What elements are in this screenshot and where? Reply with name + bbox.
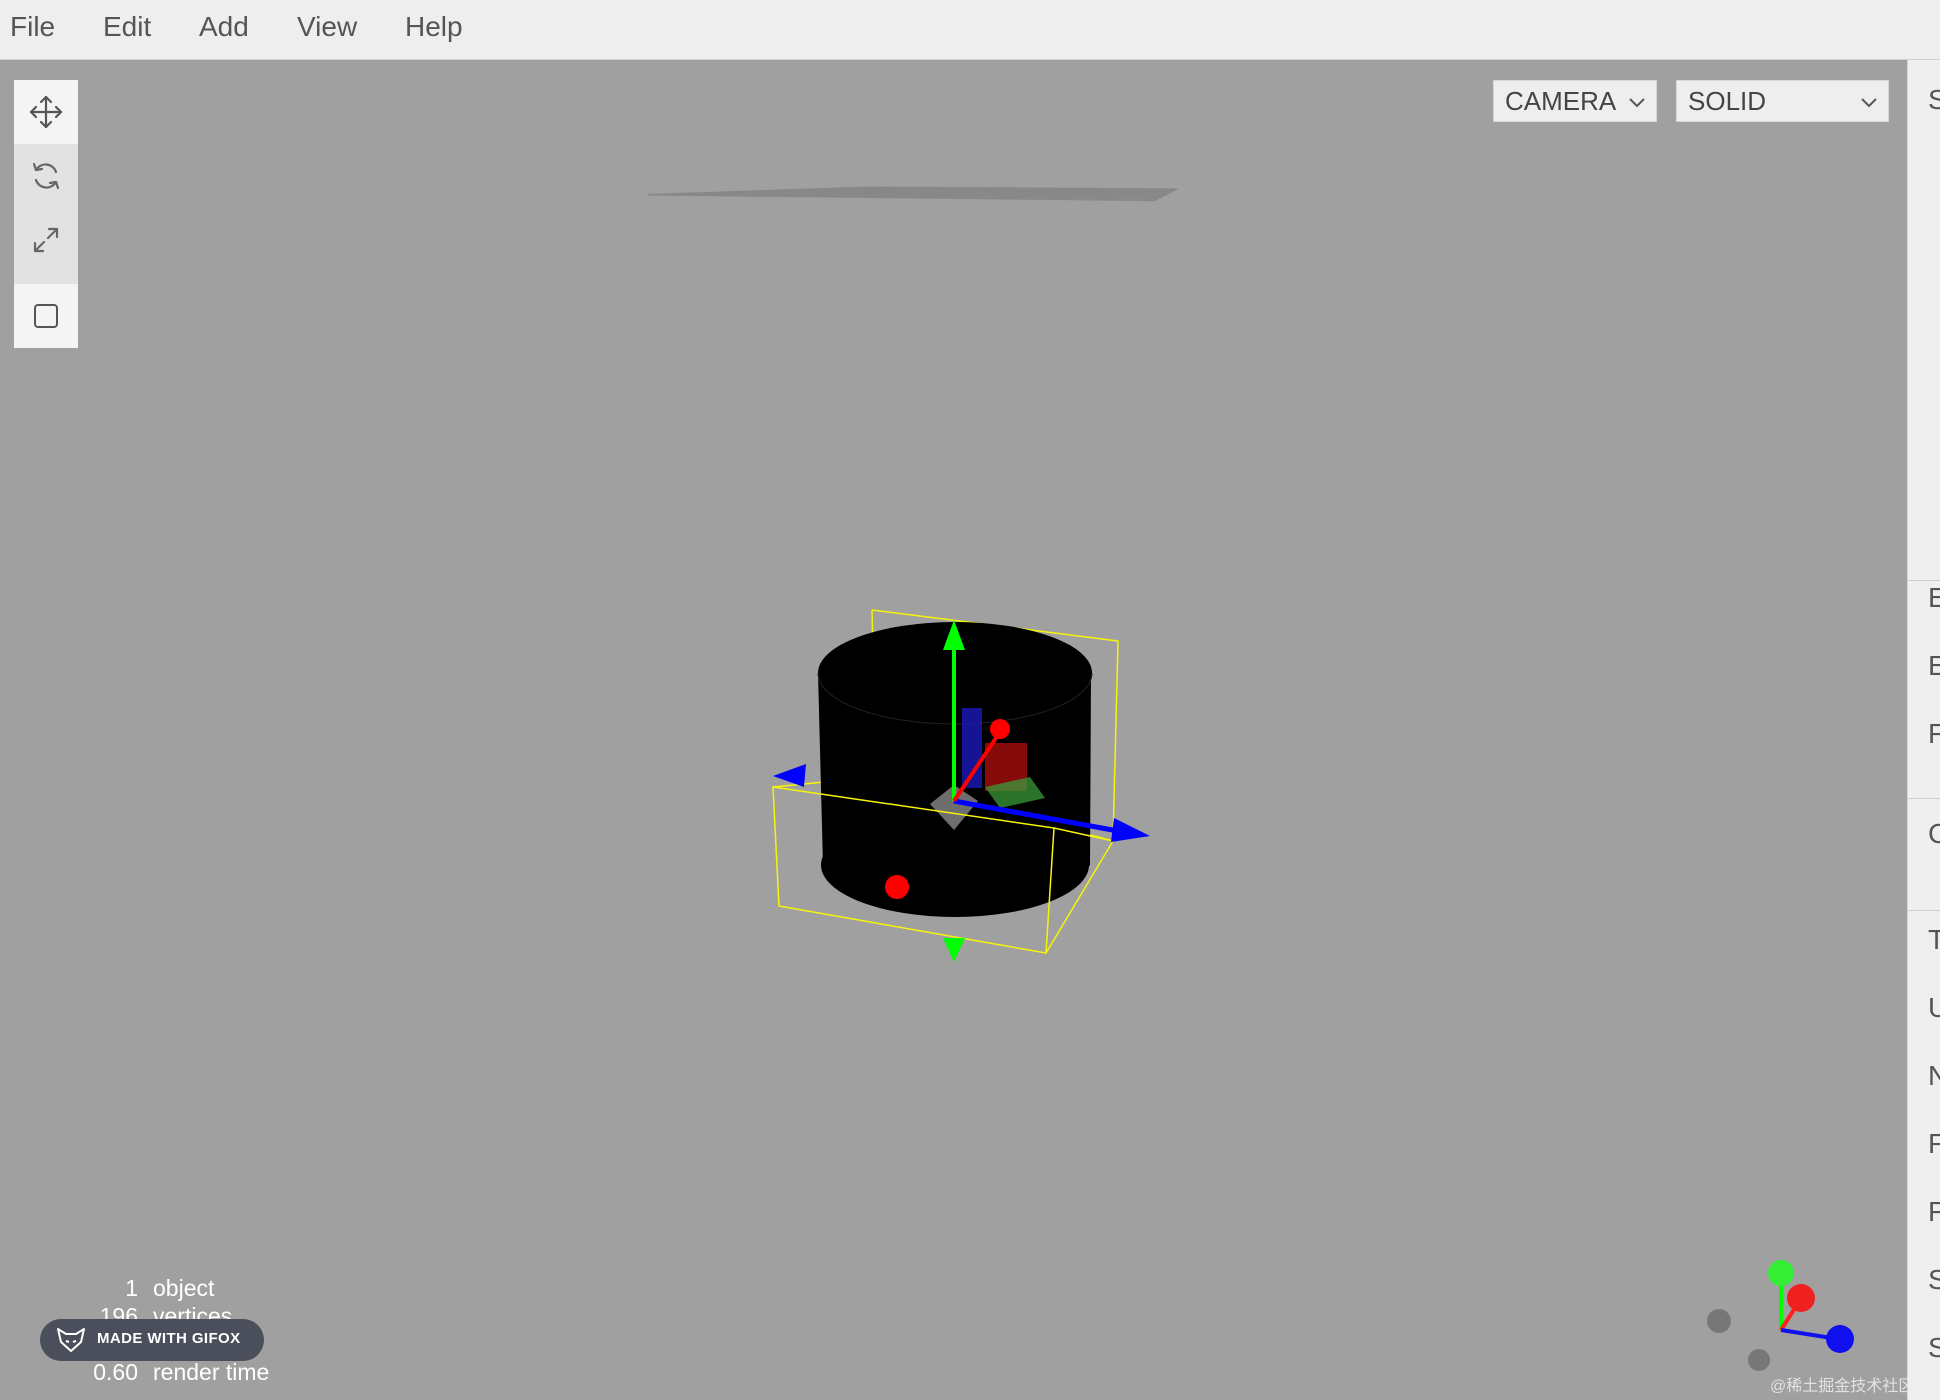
grid-major — [648, 186, 1178, 202]
panel-label-8: N — [1928, 1060, 1940, 1092]
fox-logo-icon — [57, 1328, 85, 1352]
box-select-icon — [34, 304, 58, 328]
chevron-down-icon — [1861, 98, 1877, 108]
gizmo-x-handle-neg — [885, 875, 909, 899]
scene-canvas[interactable] — [0, 60, 1907, 1400]
tool-palette — [14, 80, 78, 348]
shading-select-value: SOLID — [1688, 85, 1767, 116]
viewport-3d[interactable] — [0, 60, 1907, 1400]
panel-label-9: F — [1928, 1128, 1940, 1160]
rotate-icon — [32, 162, 60, 190]
panel-label-1: S — [1928, 84, 1940, 116]
gizmo-z-arrow-neg — [773, 764, 806, 787]
panel-divider — [1908, 798, 1940, 799]
menu-edit[interactable]: Edit — [103, 11, 151, 43]
box-select-tool-button[interactable] — [14, 284, 78, 348]
menu-add[interactable]: Add — [199, 11, 249, 43]
panel-label-6: T — [1928, 924, 1940, 956]
panel-label-2: E — [1928, 582, 1940, 614]
gizmo-z-arrow — [1111, 818, 1150, 842]
scale-icon — [33, 227, 59, 253]
panel-label-10: F — [1928, 1196, 1940, 1228]
chevron-down-icon — [1629, 98, 1645, 108]
panel-label-5: C — [1928, 818, 1940, 850]
panel-label-12: S — [1928, 1332, 1940, 1364]
translate-icon — [29, 95, 63, 129]
gizmo-x-handle — [990, 719, 1010, 739]
rotate-tool-button[interactable] — [14, 144, 78, 208]
scale-tool-button[interactable] — [14, 208, 78, 272]
camera-select-value: CAMERA — [1505, 85, 1617, 116]
panel-label-7: U — [1928, 992, 1940, 1024]
panel-label-4: F — [1928, 718, 1940, 750]
axis-orientation-helper[interactable] — [1707, 1260, 1854, 1371]
menu-bar: File Edit Add View Help — [0, 0, 1940, 60]
panel-divider — [1908, 580, 1940, 581]
panel-label-11: S — [1928, 1264, 1940, 1296]
menu-file[interactable]: File — [10, 11, 55, 43]
right-sidebar: S E E F C T U N F F S S — [1907, 60, 1940, 1400]
translate-tool-button[interactable] — [14, 80, 78, 144]
editor-app: File Edit Add View Help CAMERA SOLID 1 o… — [0, 0, 1940, 1400]
menu-view[interactable]: View — [297, 11, 357, 43]
panel-label-3: E — [1928, 650, 1940, 682]
gifox-badge: MADE WITH GIFOX — [40, 1319, 264, 1361]
watermark: @稀土掘金技术社区 — [1770, 1378, 1915, 1395]
shading-select[interactable]: SOLID — [1676, 80, 1889, 122]
menu-help[interactable]: Help — [405, 11, 463, 43]
panel-divider — [1908, 910, 1940, 911]
camera-select[interactable]: CAMERA — [1493, 80, 1657, 122]
gifox-badge-text: MADE WITH GIFOX — [97, 1330, 241, 1347]
gizmo-y-arrow-neg — [943, 938, 965, 962]
